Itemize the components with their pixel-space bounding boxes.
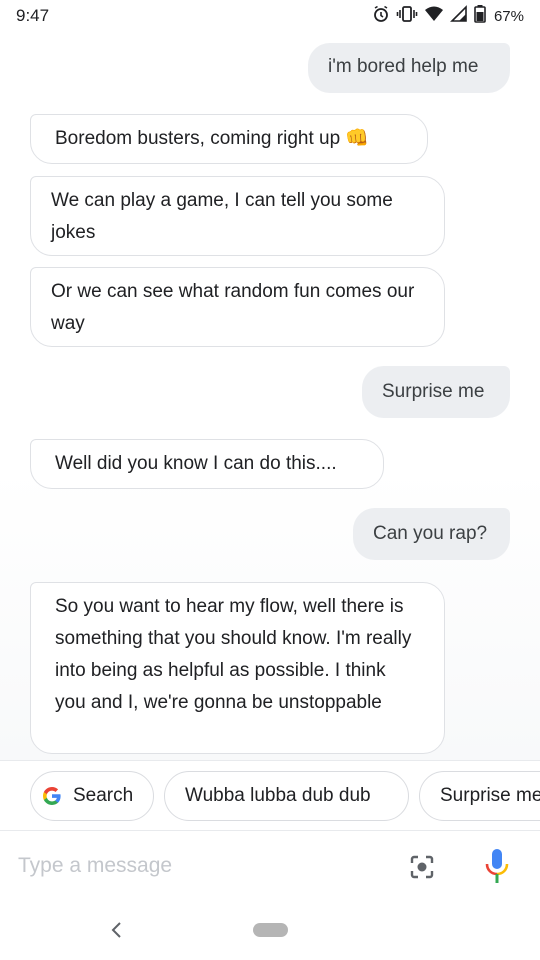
suggestion-chip-label: Wubba lubba dub dub [185,785,371,806]
assistant-message: So you want to hear my flow, well there … [30,582,445,754]
search-chip-label: Search [73,785,134,806]
suggestion-chip[interactable]: Surprise me [419,771,540,821]
status-time: 9:47 [16,6,50,25]
google-logo-icon [41,785,63,807]
suggestion-chip[interactable]: Wubba lubba dub dub [164,771,409,821]
search-chip[interactable]: Search [30,771,154,821]
battery-icon [474,4,486,28]
chat-transcript[interactable]: i'm bored help me Boredom busters, comin… [0,32,540,760]
suggestion-chips: Search Wubba lubba dub dub Surprise me [0,760,540,830]
back-icon[interactable] [107,919,127,941]
message-input[interactable] [18,845,378,887]
user-message: i'm bored help me [308,43,510,93]
assistant-message: We can play a game, I can tell you some … [30,176,445,256]
user-message: Can you rap? [353,508,510,560]
user-message: Surprise me [362,366,510,418]
assistant-message: Well did you know I can do this.... [30,439,384,489]
alarm-icon [372,5,390,28]
lens-camera-icon[interactable] [408,853,436,881]
home-pill-icon[interactable] [253,923,288,937]
message-composer [0,830,540,900]
wifi-icon [424,5,444,28]
microphone-icon[interactable] [484,848,510,884]
status-icons: 67% [372,4,524,28]
suggestion-chip-label: Surprise me [440,785,540,806]
status-bar: 9:47 67% [0,0,540,32]
assistant-message: Or we can see what random fun comes our … [30,267,445,347]
battery-percent: 67% [493,7,524,25]
cellular-icon [450,4,468,28]
assistant-message: Boredom busters, coming right up 👊 [30,114,428,164]
vibrate-icon [396,5,418,28]
navigation-bar [0,900,540,960]
